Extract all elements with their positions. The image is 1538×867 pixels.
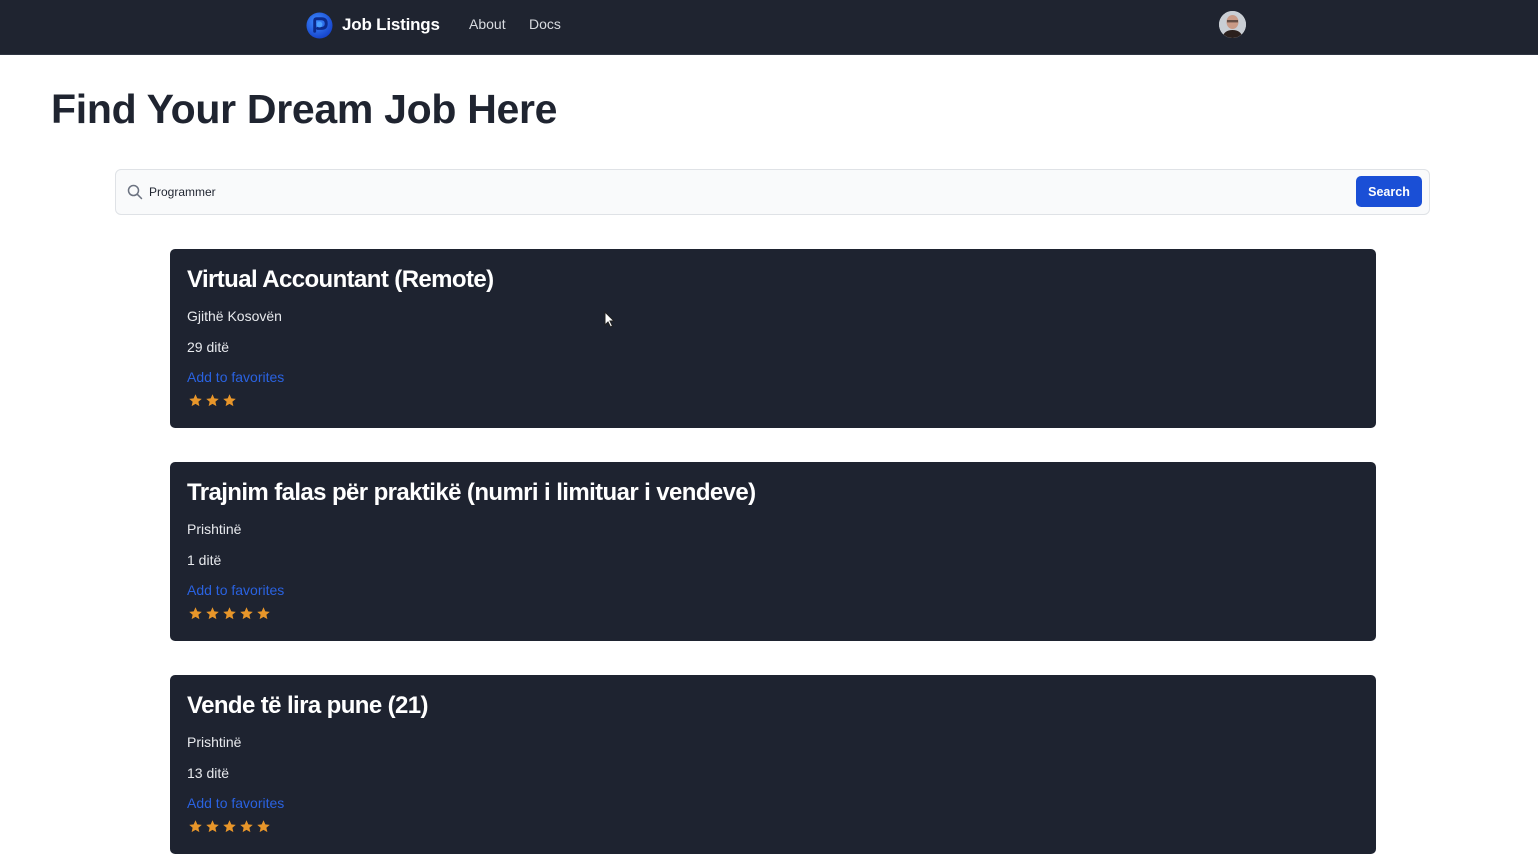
job-card[interactable]: Trajnim falas për praktikë (numri i limi… [170,462,1376,641]
job-days: 13 ditë [187,765,230,781]
star-icon [223,820,236,833]
star-icon [189,394,202,407]
star-rating [188,606,273,621]
star-icon [206,820,219,833]
job-location: Prishtinë [187,734,242,750]
nav-link-docs[interactable]: Docs [529,16,561,32]
job-card[interactable]: Virtual Accountant (Remote) Gjithë Kosov… [170,249,1376,428]
star-icon [189,820,202,833]
search-icon [127,184,143,200]
nav-link-about[interactable]: About [469,16,506,32]
star-icon [223,394,236,407]
job-title[interactable]: Virtual Accountant (Remote) [187,266,494,294]
star-icon [240,607,253,620]
star-rating [188,393,239,408]
brand[interactable]: Job Listings [306,11,440,39]
star-icon [189,607,202,620]
job-days: 1 ditë [187,552,222,568]
user-avatar[interactable] [1219,11,1246,38]
job-days: 29 ditë [187,339,230,355]
star-icon [257,607,270,620]
add-to-favorites-link[interactable]: Add to favorites [187,369,284,385]
add-to-favorites-link[interactable]: Add to favorites [187,582,284,598]
job-location: Gjithë Kosovën [187,308,282,324]
star-icon [206,607,219,620]
mouse-cursor-icon [604,311,616,328]
job-location: Prishtinë [187,521,242,537]
page-title: Find Your Dream Job Here [51,86,558,132]
star-icon [206,394,219,407]
job-title[interactable]: Vende të lira pune (21) [187,692,429,720]
star-rating [188,819,273,834]
search-button[interactable]: Search [1356,176,1422,207]
star-icon [240,820,253,833]
add-to-favorites-link[interactable]: Add to favorites [187,795,284,811]
brand-logo-icon [306,11,333,39]
job-card[interactable]: Vende të lira pune (21) Prishtinë 13 dit… [170,675,1376,854]
avatar-photo-icon [1219,11,1246,38]
job-title[interactable]: Trajnim falas për praktikë (numri i limi… [187,479,756,507]
navbar: Job Listings About Docs [0,0,1538,55]
star-icon [223,607,236,620]
search-bar: Search [115,169,1430,215]
brand-name: Job Listings [342,15,440,34]
search-input[interactable] [149,178,1339,206]
star-icon [257,820,270,833]
